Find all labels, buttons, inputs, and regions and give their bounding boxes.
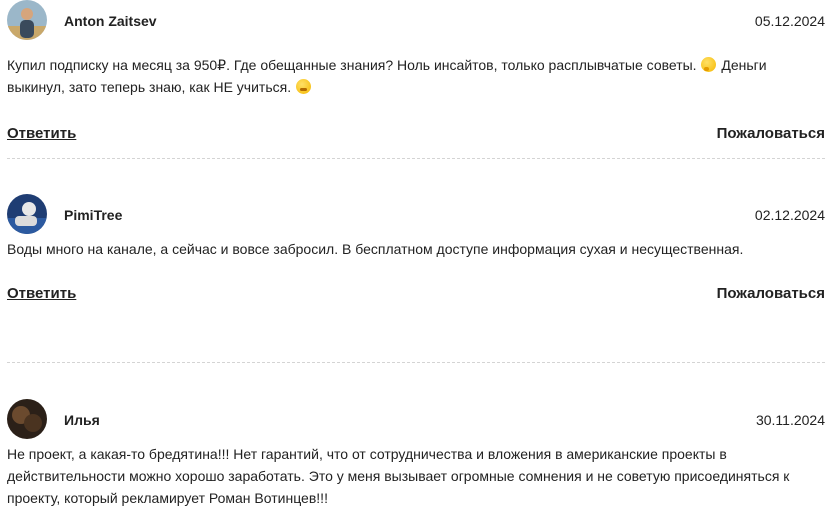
report-link[interactable]: Пожаловаться bbox=[717, 285, 825, 302]
reply-link[interactable]: Ответить bbox=[7, 285, 76, 302]
comment-author[interactable]: Anton Zaitsev bbox=[64, 13, 157, 29]
avatar-photo-icon bbox=[7, 399, 47, 439]
report-link[interactable]: Пожаловаться bbox=[717, 125, 825, 142]
avatar[interactable] bbox=[7, 399, 47, 439]
tired-face-icon bbox=[296, 79, 311, 94]
comment-actions: Ответить Пожаловаться bbox=[7, 285, 825, 307]
comment-text: Воды много на канале, а сейчас и вовсе з… bbox=[7, 241, 744, 257]
comment-header: Anton Zaitsev 05.12.2024 bbox=[7, 0, 825, 45]
comment-text: Купил подписку на месяц за 950₽. Где обе… bbox=[7, 54, 825, 98]
comment: Anton Zaitsev 05.12.2024 Купил подписку … bbox=[7, 0, 825, 158]
avatar-photo-icon bbox=[7, 0, 47, 40]
avatar[interactable] bbox=[7, 0, 47, 40]
comment-header: PimiTree 02.12.2024 bbox=[7, 194, 825, 239]
comment-date: 05.12.2024 bbox=[754, 13, 825, 29]
comment-date: 30.11.2024 bbox=[755, 412, 825, 428]
comment-author[interactable]: Илья bbox=[64, 412, 100, 428]
comment-actions: Ответить Пожаловаться bbox=[7, 125, 825, 147]
comment-text-part: Купил подписку на месяц за 950₽. Где обе… bbox=[7, 57, 701, 73]
avatar-photo-icon bbox=[7, 194, 47, 234]
comment-header: Илья 30.11.2024 bbox=[7, 399, 825, 444]
avatar[interactable] bbox=[7, 194, 47, 234]
comment-author[interactable]: PimiTree bbox=[64, 207, 122, 223]
comment: Илья 30.11.2024 Не проект, а какая-то бр… bbox=[7, 363, 825, 509]
comment: PimiTree 02.12.2024 Воды много на канале… bbox=[7, 159, 825, 362]
comment-date: 02.12.2024 bbox=[754, 207, 825, 223]
thinking-face-icon bbox=[701, 57, 717, 72]
reply-link[interactable]: Ответить bbox=[7, 125, 76, 142]
comments-list: Anton Zaitsev 05.12.2024 Купил подписку … bbox=[7, 0, 825, 509]
comment-text: Не проект, а какая-то бредятина!!! Нет г… bbox=[7, 446, 790, 506]
